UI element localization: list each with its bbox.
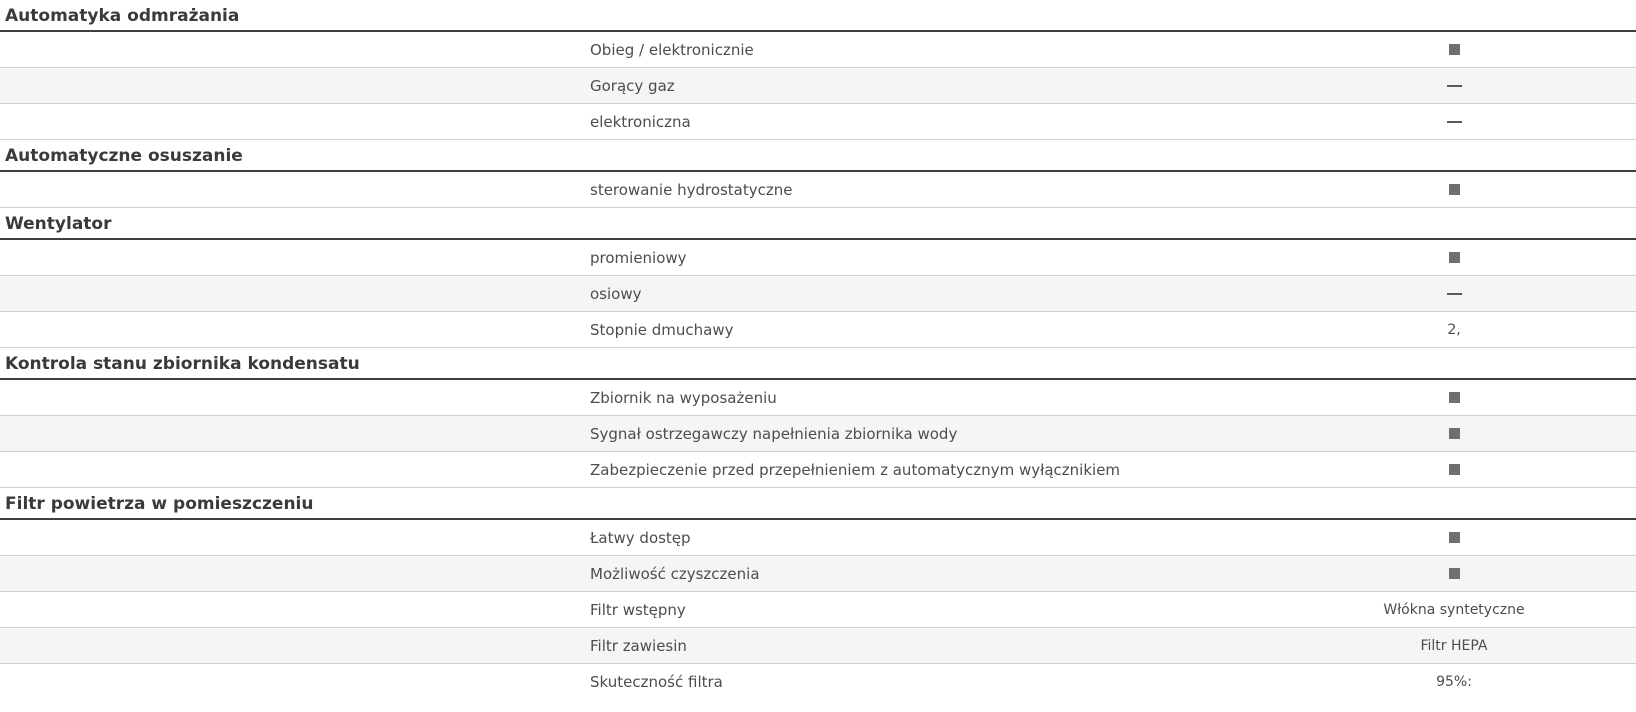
row-label: Gorący gaz: [590, 76, 675, 95]
square-icon: [1448, 392, 1460, 403]
row-label: sterowanie hydrostatyczne: [590, 180, 793, 199]
row-value: [1354, 556, 1554, 591]
row-value: 2,: [1447, 321, 1461, 338]
section-title: Filtr powietrza w pomieszczeniu: [5, 494, 314, 514]
dash-icon: [1446, 84, 1462, 87]
section-title: Wentylator: [5, 214, 112, 234]
section-fan: Wentylator promieniowy osiowy Stopnie dm…: [0, 208, 1636, 348]
row-value: [1354, 520, 1554, 555]
row-value: [1354, 276, 1554, 311]
table-row: Gorący gaz: [0, 68, 1636, 104]
row-label: Filtr wstępny: [590, 600, 686, 619]
row-value: [1354, 172, 1554, 207]
table-row: Sygnał ostrzegawczy napełnienia zbiornik…: [0, 416, 1636, 452]
square-icon: [1448, 184, 1460, 195]
section-header: Automatyczne osuszanie: [0, 140, 1636, 172]
row-label: Łatwy dostęp: [590, 528, 691, 547]
section-header: Filtr powietrza w pomieszczeniu: [0, 488, 1636, 520]
row-value: [1354, 380, 1554, 415]
row-label: Zabezpieczenie przed przepełnieniem z au…: [590, 460, 1121, 479]
table-row: sterowanie hydrostatyczne: [0, 172, 1636, 208]
table-row: Stopnie dmuchawy 2,: [0, 312, 1636, 348]
table-row: promieniowy: [0, 240, 1636, 276]
dash-icon: [1446, 292, 1462, 295]
row-value: 95%:: [1436, 673, 1472, 690]
square-icon: [1448, 252, 1460, 263]
row-label: elektroniczna: [590, 112, 691, 131]
row-label: Obieg / elektronicznie: [590, 40, 754, 59]
section-auto-drying: Automatyczne osuszanie sterowanie hydros…: [0, 140, 1636, 208]
section-condensate-tank: Kontrola stanu zbiornika kondensatu Zbio…: [0, 348, 1636, 488]
table-row: Obieg / elektronicznie: [0, 32, 1636, 68]
table-row: Filtr wstępny Włókna syntetyczne: [0, 592, 1636, 628]
row-label: Zbiornik na wyposażeniu: [590, 388, 777, 407]
section-title: Kontrola stanu zbiornika kondensatu: [5, 354, 360, 374]
row-value: [1354, 68, 1554, 103]
section-header: Kontrola stanu zbiornika kondensatu: [0, 348, 1636, 380]
table-row: Zabezpieczenie przed przepełnieniem z au…: [0, 452, 1636, 488]
row-label: Stopnie dmuchawy: [590, 320, 734, 339]
section-header: Wentylator: [0, 208, 1636, 240]
table-row: Łatwy dostęp: [0, 520, 1636, 556]
square-icon: [1448, 532, 1460, 543]
square-icon: [1448, 568, 1460, 579]
row-value: Filtr HEPA: [1420, 637, 1488, 654]
row-label: Sygnał ostrzegawczy napełnienia zbiornik…: [590, 424, 958, 443]
table-row: Skuteczność filtra 95%:: [0, 664, 1636, 700]
row-value: [1354, 416, 1554, 451]
row-value: [1354, 104, 1554, 139]
section-defrost-automation: Automatyka odmrażania Obieg / elektronic…: [0, 0, 1636, 140]
square-icon: [1448, 464, 1460, 475]
section-room-air-filter: Filtr powietrza w pomieszczeniu Łatwy do…: [0, 488, 1636, 700]
row-value: Włókna syntetyczne: [1383, 601, 1525, 618]
table-row: osiowy: [0, 276, 1636, 312]
table-row: Możliwość czyszczenia: [0, 556, 1636, 592]
dash-icon: [1446, 120, 1462, 123]
row-value: [1354, 452, 1554, 487]
row-label: Możliwość czyszczenia: [590, 564, 760, 583]
table-row: Zbiornik na wyposażeniu: [0, 380, 1636, 416]
square-icon: [1448, 428, 1460, 439]
spec-table: Automatyka odmrażania Obieg / elektronic…: [0, 0, 1636, 700]
square-icon: [1448, 44, 1460, 55]
row-label: Skuteczność filtra: [590, 672, 723, 691]
table-row: Filtr zawiesin Filtr HEPA: [0, 628, 1636, 664]
section-title: Automatyka odmrażania: [5, 6, 240, 26]
row-label: Filtr zawiesin: [590, 636, 687, 655]
section-title: Automatyczne osuszanie: [5, 146, 243, 166]
section-header: Automatyka odmrażania: [0, 0, 1636, 32]
row-label: promieniowy: [590, 248, 687, 267]
table-row: elektroniczna: [0, 104, 1636, 140]
row-value: [1354, 240, 1554, 275]
row-label: osiowy: [590, 284, 642, 303]
row-value: [1354, 32, 1554, 67]
